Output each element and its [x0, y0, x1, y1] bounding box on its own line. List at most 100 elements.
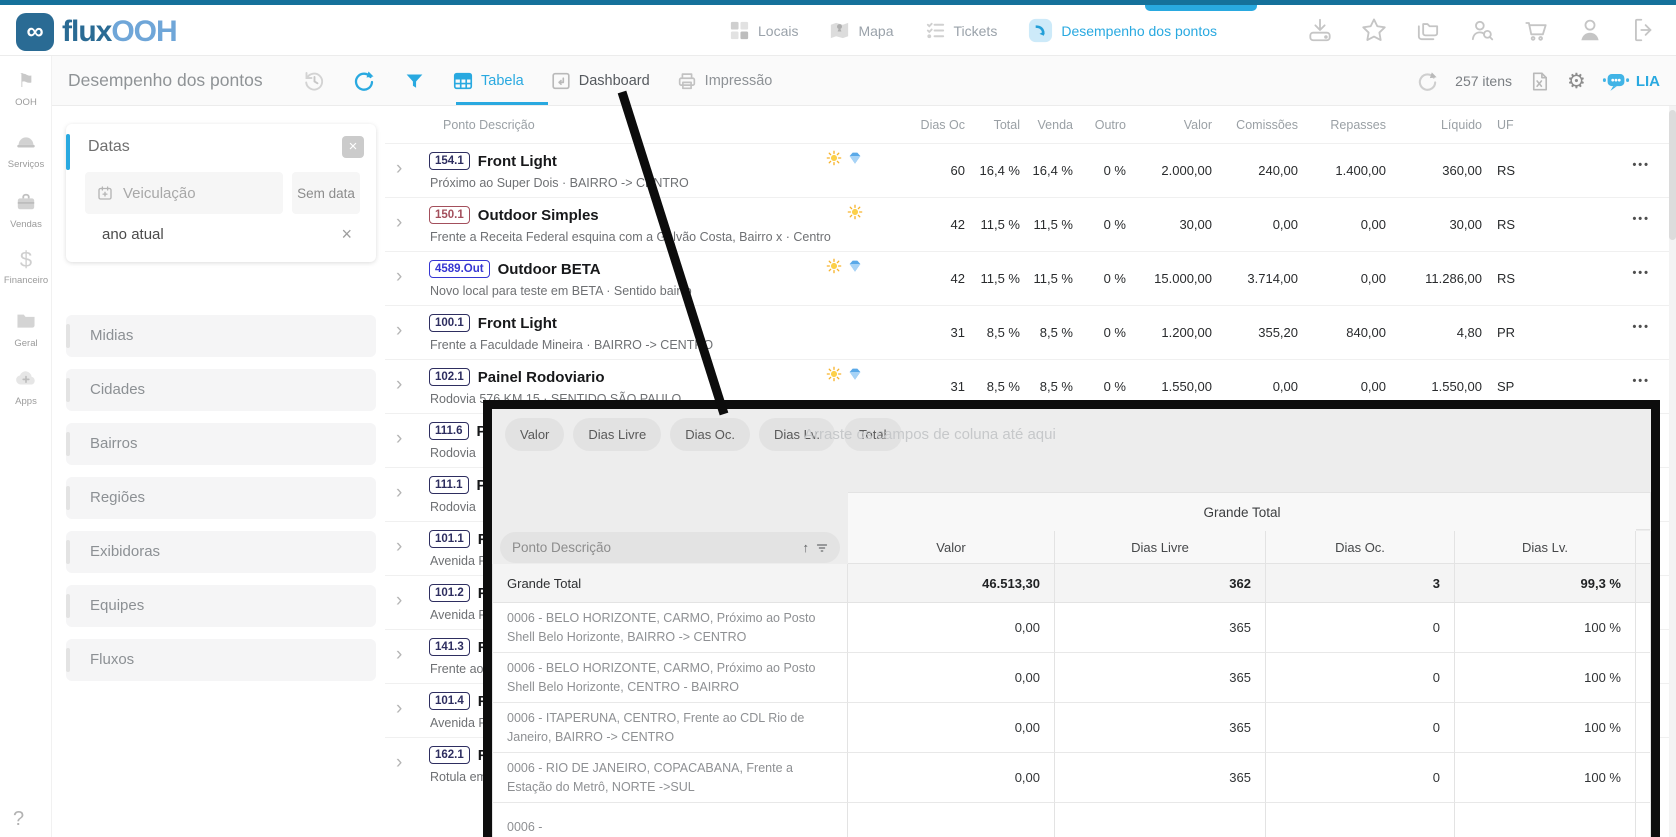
filter-section-midias[interactable]: Midias: [66, 315, 376, 357]
tab-impressao[interactable]: Impressão: [676, 70, 773, 92]
row-expand-chevron-icon[interactable]: ›: [396, 158, 402, 180]
row-expand-chevron-icon[interactable]: ›: [396, 482, 402, 504]
filter-section-bairros[interactable]: Bairros: [66, 423, 376, 465]
sem-data-button[interactable]: Sem data: [292, 172, 360, 214]
tab-dashboard-label: Dashboard: [579, 73, 650, 89]
remove-date-filter-icon[interactable]: ×: [341, 224, 352, 245]
help-button[interactable]: ?: [13, 808, 24, 831]
filter-list-icon[interactable]: [816, 542, 828, 554]
gear-icon[interactable]: ⚙: [1567, 71, 1586, 92]
row-menu-button[interactable]: •••: [1632, 159, 1650, 171]
refresh-icon[interactable]: [352, 69, 376, 93]
tab-tabela[interactable]: Tabela: [452, 70, 524, 92]
profile-icon[interactable]: [1576, 16, 1604, 44]
rail-item-financeiro[interactable]: $ Financeiro: [0, 248, 52, 286]
pivot-extra-col: [1636, 492, 1651, 530]
row-menu-button[interactable]: •••: [1632, 213, 1650, 225]
lia-assistant-button[interactable]: LIA: [1602, 71, 1660, 92]
rail-item-geral[interactable]: Geral: [0, 308, 52, 349]
pivot-cell-dias-lv: [1455, 803, 1636, 837]
field-chip-dias-livre[interactable]: Dias Livre: [573, 418, 661, 451]
pivot-total-valor: 46.513,30: [848, 564, 1055, 603]
col-comissoes[interactable]: Comissões: [1208, 118, 1298, 132]
datas-close-button[interactable]: ×: [342, 136, 364, 158]
rail-item-ooh[interactable]: ⚑ OOH: [0, 70, 52, 108]
download-icon[interactable]: [1306, 16, 1334, 44]
pivot-row-field[interactable]: Ponto Descrição ↑: [500, 532, 840, 563]
rail-item-servicos[interactable]: Serviços: [0, 130, 52, 170]
filter-section-equipes[interactable]: Equipes: [66, 585, 376, 627]
row-menu-button[interactable]: •••: [1632, 321, 1650, 333]
rail-item-apps[interactable]: Apps: [0, 366, 52, 407]
folders-icon[interactable]: [1414, 16, 1442, 44]
cell-uf: RS: [1497, 271, 1515, 286]
table-row[interactable]: › 150.1Outdoor Simples Frente a Receita …: [385, 197, 1676, 251]
cart-icon[interactable]: [1522, 16, 1550, 44]
cell-outro: 0 %: [1036, 379, 1126, 394]
point-code-badge: 101.1: [429, 530, 470, 548]
star-icon[interactable]: [1360, 16, 1388, 44]
col-outro[interactable]: Outro: [1036, 118, 1126, 132]
bulb-icon: [826, 258, 842, 274]
pivot-col-dias-oc[interactable]: Dias Oc.: [1266, 531, 1455, 564]
row-expand-chevron-icon[interactable]: ›: [396, 536, 402, 558]
col-uf[interactable]: UF: [1497, 118, 1514, 132]
pivot-col-dias-livre[interactable]: Dias Livre: [1055, 531, 1266, 564]
col-repasses[interactable]: Repasses: [1296, 118, 1386, 132]
pivot-cell-dias-lv: 100 %: [1455, 603, 1636, 653]
table-row[interactable]: › 154.1Front Light Próximo ao Super Dois…: [385, 143, 1676, 197]
field-chip-valor[interactable]: Valor: [505, 418, 564, 451]
table-row[interactable]: › 100.1Front Light Frente a Faculdade Mi…: [385, 305, 1676, 359]
filter-section-cidades[interactable]: Cidades: [66, 369, 376, 411]
pivot-row-desc: 0006 - BELO HORIZONTE, CARMO, Próximo ao…: [492, 603, 848, 653]
col-valor[interactable]: Valor: [1122, 118, 1212, 132]
nav-tickets[interactable]: Tickets: [924, 19, 998, 42]
tab-dashboard[interactable]: Dashboard: [550, 70, 650, 92]
col-ponto-descricao[interactable]: Ponto Descrição: [443, 118, 535, 132]
pivot-col-valor[interactable]: Valor: [848, 531, 1055, 564]
scrollbar-thumb[interactable]: [1669, 110, 1676, 240]
briefcase-icon: [0, 192, 52, 216]
excel-export-icon[interactable]: [1528, 70, 1551, 93]
pivot-cell-dias-oc: 0: [1266, 703, 1455, 753]
cell-liquido: 360,00: [1392, 163, 1482, 178]
filter-section-exibidoras[interactable]: Exibidoras: [66, 531, 376, 573]
row-menu-button[interactable]: •••: [1632, 375, 1650, 387]
row-expand-chevron-icon[interactable]: ›: [396, 752, 402, 774]
table-row[interactable]: › 4589.OutOutdoor BETA Novo local para t…: [385, 251, 1676, 305]
row-expand-chevron-icon[interactable]: ›: [396, 428, 402, 450]
pivot-extra-col: [1636, 753, 1651, 803]
history-icon[interactable]: [302, 69, 326, 93]
field-chip-dias-oc[interactable]: Dias Oc.: [670, 418, 750, 451]
veiculacao-date-field[interactable]: Veiculação: [85, 172, 283, 214]
row-menu-button[interactable]: •••: [1632, 267, 1650, 279]
col-liquido[interactable]: Líquido: [1392, 118, 1482, 132]
filter-section-regioes[interactable]: Regiões: [66, 477, 376, 519]
pivot-cell-valor: [848, 803, 1055, 837]
veiculacao-placeholder: Veiculação: [123, 185, 196, 202]
row-expand-chevron-icon[interactable]: ›: [396, 320, 402, 342]
user-search-icon[interactable]: [1468, 16, 1496, 44]
nav-mapa[interactable]: Mapa: [828, 19, 893, 42]
nav-desempenho-dos-pontos[interactable]: Desempenho dos pontos: [1027, 17, 1217, 44]
pivot-col-dias-lv[interactable]: Dias Lv.: [1455, 531, 1636, 564]
row-expand-chevron-icon[interactable]: ›: [396, 644, 402, 666]
logout-icon[interactable]: [1630, 16, 1658, 44]
row-expand-chevron-icon[interactable]: ›: [396, 266, 402, 288]
reload-results-icon[interactable]: [1416, 70, 1439, 93]
row-expand-chevron-icon[interactable]: ›: [396, 212, 402, 234]
rail-item-vendas[interactable]: Vendas: [0, 190, 52, 230]
filter-icon[interactable]: [404, 71, 428, 95]
row-expand-chevron-icon[interactable]: ›: [396, 698, 402, 720]
pivot-cell-valor: 0,00: [848, 703, 1055, 753]
fluxooh-logo[interactable]: ∞ fluxOOH: [16, 13, 177, 51]
pivot-extra-col: [1636, 803, 1651, 837]
point-code-badge: 100.1: [429, 314, 470, 332]
row-expand-chevron-icon[interactable]: ›: [396, 374, 402, 396]
filter-section-fluxos[interactable]: Fluxos: [66, 639, 376, 681]
lia-label: LIA: [1636, 73, 1660, 90]
table-scrollbar[interactable]: [1669, 106, 1676, 837]
nav-locais[interactable]: Locais: [728, 19, 798, 42]
row-expand-chevron-icon[interactable]: ›: [396, 590, 402, 612]
sort-asc-icon[interactable]: ↑: [803, 540, 810, 555]
